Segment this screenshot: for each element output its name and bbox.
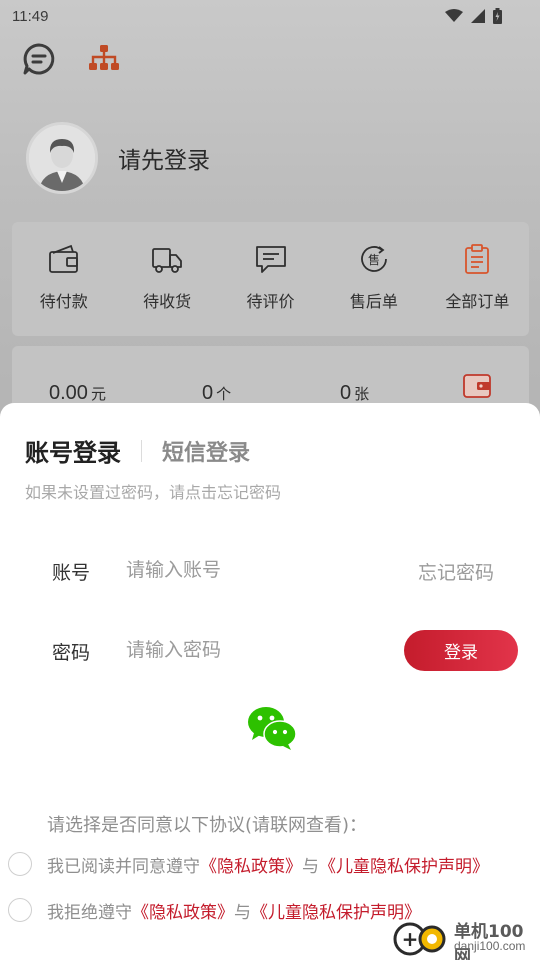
svg-text:售: 售: [368, 252, 380, 267]
reject-connector: 与: [234, 903, 251, 923]
password-label: 密码: [52, 642, 91, 664]
agreement-title: 请选择是否同意以下协议(请联网查看)：: [47, 815, 368, 836]
login-tabs: 账号登录 短信登录: [25, 433, 250, 468]
agree-option: 我已阅读并同意遵守《隐私政策》与《儿童隐私保护声明》: [0, 850, 540, 878]
privacy-policy-link[interactable]: 《隐私政策》: [200, 857, 302, 877]
order-pending-review[interactable]: 待评价: [219, 222, 322, 336]
login-sheet: 账号登录 短信登录 如果未设置过密码，请点击忘记密码 账号 忘记密码 密码 登录…: [0, 403, 540, 960]
category-tree-icon[interactable]: [88, 44, 120, 74]
tab-divider: [141, 439, 142, 462]
watermark-logo-icon: +: [393, 922, 446, 956]
order-label: 待评价: [246, 292, 295, 311]
asset-value: 0.00: [49, 382, 88, 404]
asset-value: 0: [340, 382, 352, 404]
order-label: 全部订单: [445, 292, 510, 311]
status-bar: 11:49: [0, 0, 540, 32]
order-pending-receipt[interactable]: 待收货: [115, 222, 218, 336]
truck-icon: [152, 248, 183, 273]
status-time: 11:49: [12, 7, 49, 25]
comment-icon: [255, 246, 286, 273]
wallet-icon: [48, 244, 78, 273]
watermark-url: danji100.com: [454, 939, 526, 953]
login-button[interactable]: 登录: [404, 630, 518, 671]
avatar[interactable]: [26, 122, 98, 194]
account-input[interactable]: [126, 554, 376, 586]
order-pending-payment[interactable]: 待付款: [12, 222, 115, 336]
agree-radio[interactable]: [8, 852, 32, 876]
asset-balance[interactable]: 0.00 元: [49, 382, 106, 405]
account-row: 账号 忘记密码: [0, 550, 540, 590]
order-label: 售后单: [349, 292, 398, 311]
asset-unit: 个: [216, 385, 232, 403]
message-icon[interactable]: [22, 42, 56, 76]
reject-radio[interactable]: [8, 898, 32, 922]
status-icons: [445, 8, 528, 24]
tab-sms-login[interactable]: 短信登录: [162, 435, 250, 467]
asset-points[interactable]: 0个: [202, 382, 231, 405]
wechat-icon[interactable]: [246, 705, 298, 751]
password-hint: 如果未设置过密码，请点击忘记密码: [25, 483, 282, 502]
account-label: 账号: [52, 562, 91, 584]
order-label: 待收货: [143, 292, 192, 311]
agree-connector: 与: [302, 857, 319, 877]
child-privacy-link[interactable]: 《儿童隐私保护声明》: [319, 857, 489, 877]
asset-value: 0: [202, 382, 214, 404]
reject-text: 我拒绝遵守《隐私政策》与《儿童隐私保护声明》: [47, 898, 421, 923]
order-all[interactable]: 全部订单: [426, 222, 529, 336]
password-row: 密码 登录: [0, 630, 540, 671]
agree-text: 我已阅读并同意遵守《隐私政策》与《儿童隐私保护声明》: [47, 852, 489, 877]
signal-icon: [471, 9, 485, 23]
privacy-policy-link[interactable]: 《隐私政策》: [132, 903, 234, 923]
agree-prefix: 我已阅读并同意遵守: [47, 857, 200, 877]
orders-card: 待付款 待收货 待评价 售 售后单 全部订单: [12, 222, 529, 336]
wallet-icon[interactable]: [462, 372, 492, 400]
asset-coupons[interactable]: 0张: [340, 382, 369, 405]
profile-section[interactable]: 请先登录: [26, 122, 210, 194]
reject-prefix: 我拒绝遵守: [47, 903, 132, 923]
svg-text:+: +: [402, 927, 419, 951]
password-input[interactable]: [126, 634, 376, 666]
top-bar: [0, 38, 540, 82]
login-prompt[interactable]: 请先登录: [118, 141, 210, 175]
order-after-sale[interactable]: 售 售后单: [322, 222, 425, 336]
battery-icon: [493, 8, 502, 24]
asset-unit: 元: [90, 385, 106, 403]
wifi-icon: [445, 9, 463, 22]
forgot-password-link[interactable]: 忘记密码: [418, 558, 494, 585]
default-avatar-icon: [29, 125, 95, 191]
tab-account-login[interactable]: 账号登录: [25, 433, 121, 468]
after-sale-icon: 售: [361, 246, 387, 272]
clipboard-icon: [465, 244, 490, 274]
order-label: 待付款: [39, 292, 88, 311]
asset-unit: 张: [354, 385, 370, 403]
site-watermark: + 单机100网 danji100.com: [392, 915, 540, 960]
